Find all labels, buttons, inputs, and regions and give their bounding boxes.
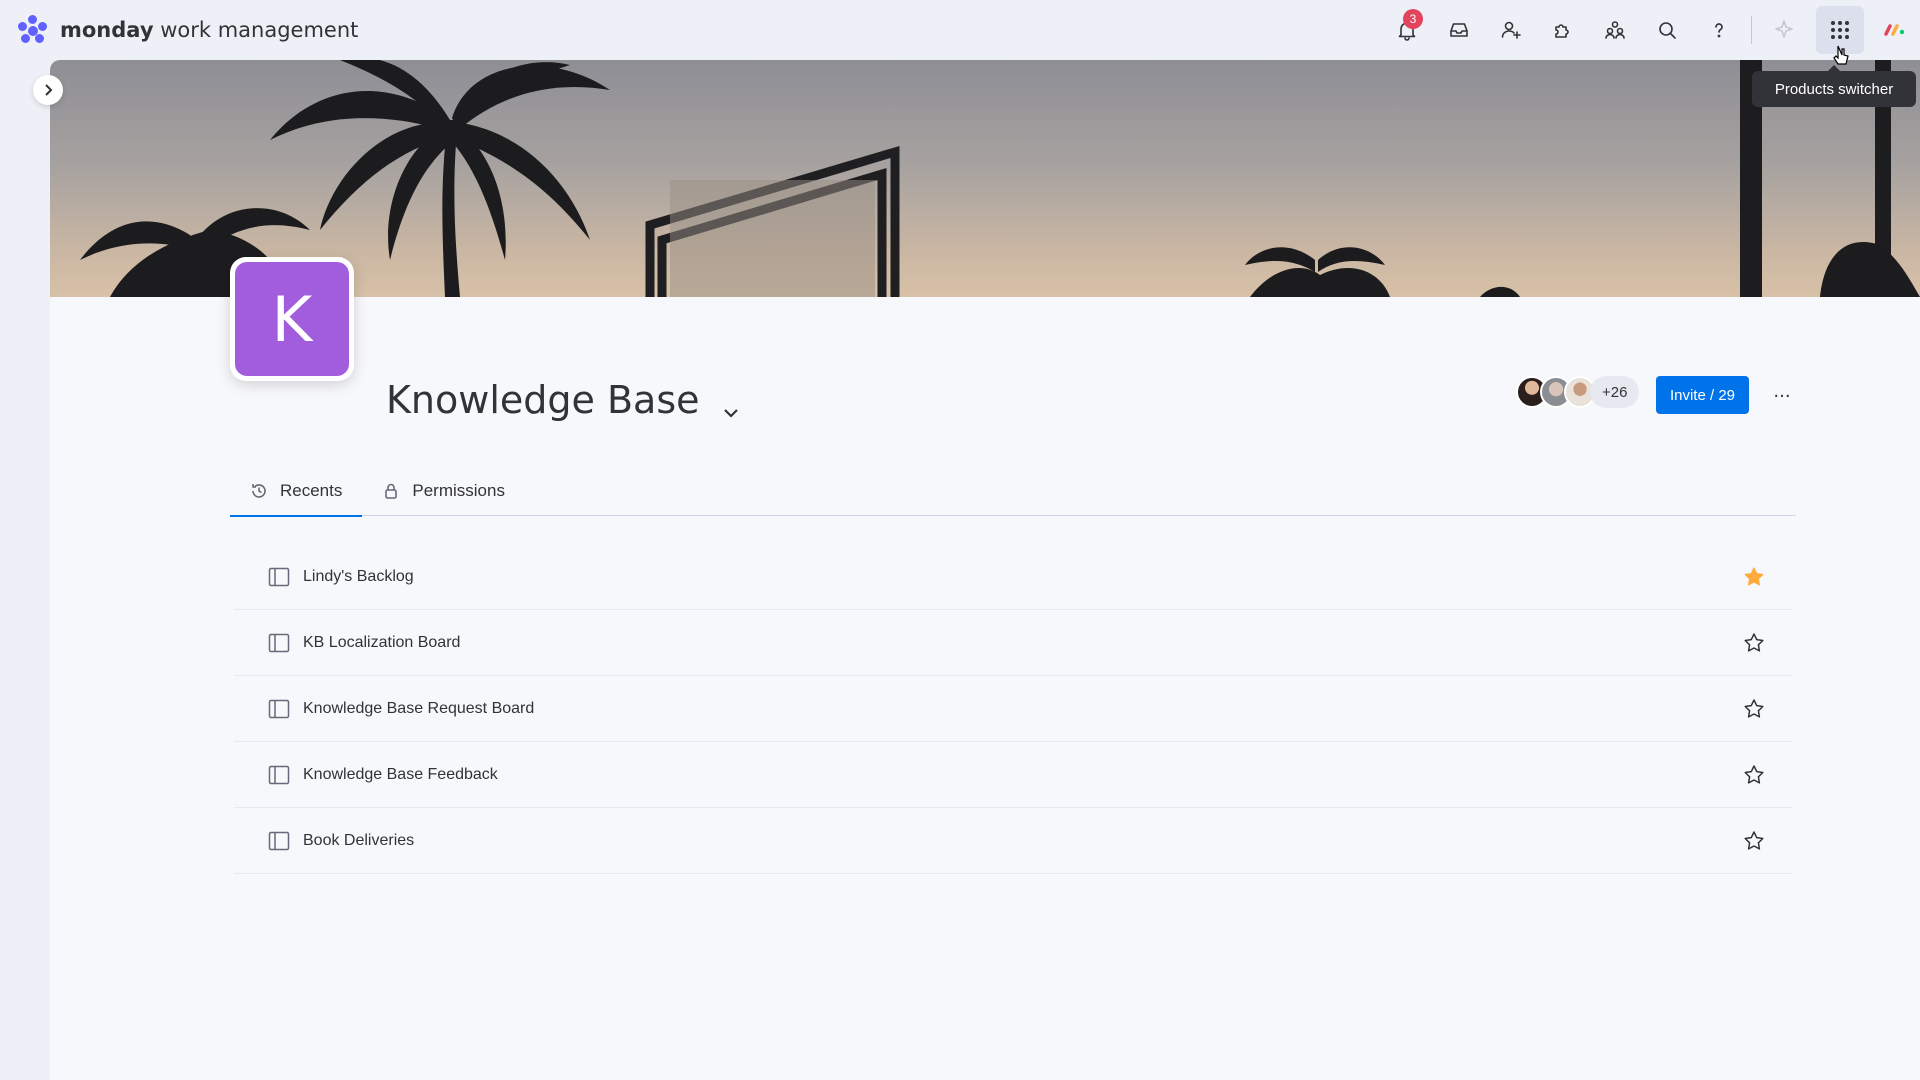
star-outline-icon (1744, 765, 1764, 784)
search-people-button[interactable] (1589, 0, 1641, 60)
workspace-members[interactable]: +26 (1516, 376, 1640, 408)
workspace-main: K Knowledge Base +26 Invite / 29 ··· Rec… (50, 60, 1920, 1080)
recents-list: Lindy's Backlog KB Localization Board Kn… (234, 544, 1792, 874)
board-name: Book Deliveries (303, 831, 415, 849)
account-button[interactable] (1870, 0, 1920, 60)
expand-sidebar-button[interactable] (33, 75, 63, 105)
board-row[interactable]: Book Deliveries (234, 808, 1792, 874)
board-name: Lindy's Backlog (303, 567, 414, 585)
star-outline-icon (1744, 831, 1764, 850)
lock-icon (385, 483, 398, 499)
board-row[interactable]: Knowledge Base Feedback (234, 742, 1792, 808)
tab-recents[interactable]: Recents (230, 466, 363, 517)
chevron-right-icon (45, 84, 53, 96)
board-icon (268, 633, 290, 653)
workspace-title-text: Knowledge Base (386, 378, 700, 422)
invite-members-button[interactable] (1485, 0, 1537, 60)
apps-icon (1555, 24, 1569, 38)
board-name: Knowledge Base Request Board (303, 699, 535, 717)
brand-name-bold: monday (60, 18, 154, 42)
invite-button[interactable]: Invite / 29 (1656, 376, 1749, 414)
workspace-title[interactable]: Knowledge Base (386, 378, 742, 422)
notifications-button[interactable]: 3 (1381, 0, 1433, 60)
favorite-star-button[interactable] (1742, 565, 1766, 589)
products-switcher-icon (1831, 21, 1849, 39)
inbox-icon (1450, 23, 1468, 37)
workspace-dropdown-button[interactable] (720, 389, 742, 418)
board-row[interactable]: Lindy's Backlog (234, 544, 1792, 610)
board-icon (268, 765, 290, 785)
history-icon (252, 484, 266, 498)
workspace-avatar-letter: K (235, 262, 349, 376)
board-row[interactable]: Knowledge Base Request Board (234, 676, 1792, 742)
inbox-button[interactable] (1433, 0, 1485, 60)
monday-logo-icon (18, 15, 48, 45)
search-button[interactable] (1641, 0, 1693, 60)
board-icon (268, 567, 290, 587)
board-icon (268, 699, 290, 719)
help-icon (1715, 23, 1723, 38)
products-switcher-tooltip: Products switcher (1752, 65, 1916, 107)
brand-name: monday work management (60, 18, 358, 42)
mouse-cursor-icon (1833, 45, 1849, 65)
workspace-avatar[interactable]: K (230, 257, 354, 381)
favorite-star-button[interactable] (1742, 763, 1766, 787)
favorite-star-button[interactable] (1742, 697, 1766, 721)
help-button[interactable] (1693, 0, 1745, 60)
invite-members-icon (1501, 21, 1521, 39)
members-more-count[interactable]: +26 (1590, 376, 1640, 408)
left-rail (0, 60, 50, 1080)
tab-label: Recents (280, 481, 343, 500)
topbar-divider (1751, 16, 1752, 44)
tab-permissions[interactable]: Permissions (362, 466, 525, 516)
more-options-button[interactable]: ··· (1766, 380, 1798, 412)
brand-name-rest: work management (160, 18, 359, 42)
search-icon (1659, 22, 1676, 39)
star-outline-icon (1744, 699, 1764, 718)
top-bar: monday work management 3 (0, 0, 1920, 60)
chevron-down-icon (723, 409, 738, 418)
board-name: Knowledge Base Feedback (303, 765, 498, 783)
notifications-badge: 3 (1403, 9, 1423, 29)
board-row[interactable]: KB Localization Board (234, 610, 1792, 676)
tab-label: Permissions (412, 481, 505, 500)
favorite-star-button[interactable] (1742, 829, 1766, 853)
search-people-icon (1605, 21, 1625, 39)
board-icon (268, 831, 290, 851)
workspace-tabs: Recents Permissions (230, 466, 1796, 517)
apps-button[interactable] (1537, 0, 1589, 60)
ai-sparkle-icon (1775, 20, 1793, 38)
board-name: KB Localization Board (303, 633, 461, 651)
monday-logo-icon (1884, 24, 1905, 36)
brand[interactable]: monday work management (18, 15, 358, 45)
favorite-star-button[interactable] (1742, 631, 1766, 655)
star-outline-icon (1744, 633, 1764, 652)
star-filled-icon (1744, 567, 1764, 586)
ai-button[interactable] (1758, 0, 1810, 60)
